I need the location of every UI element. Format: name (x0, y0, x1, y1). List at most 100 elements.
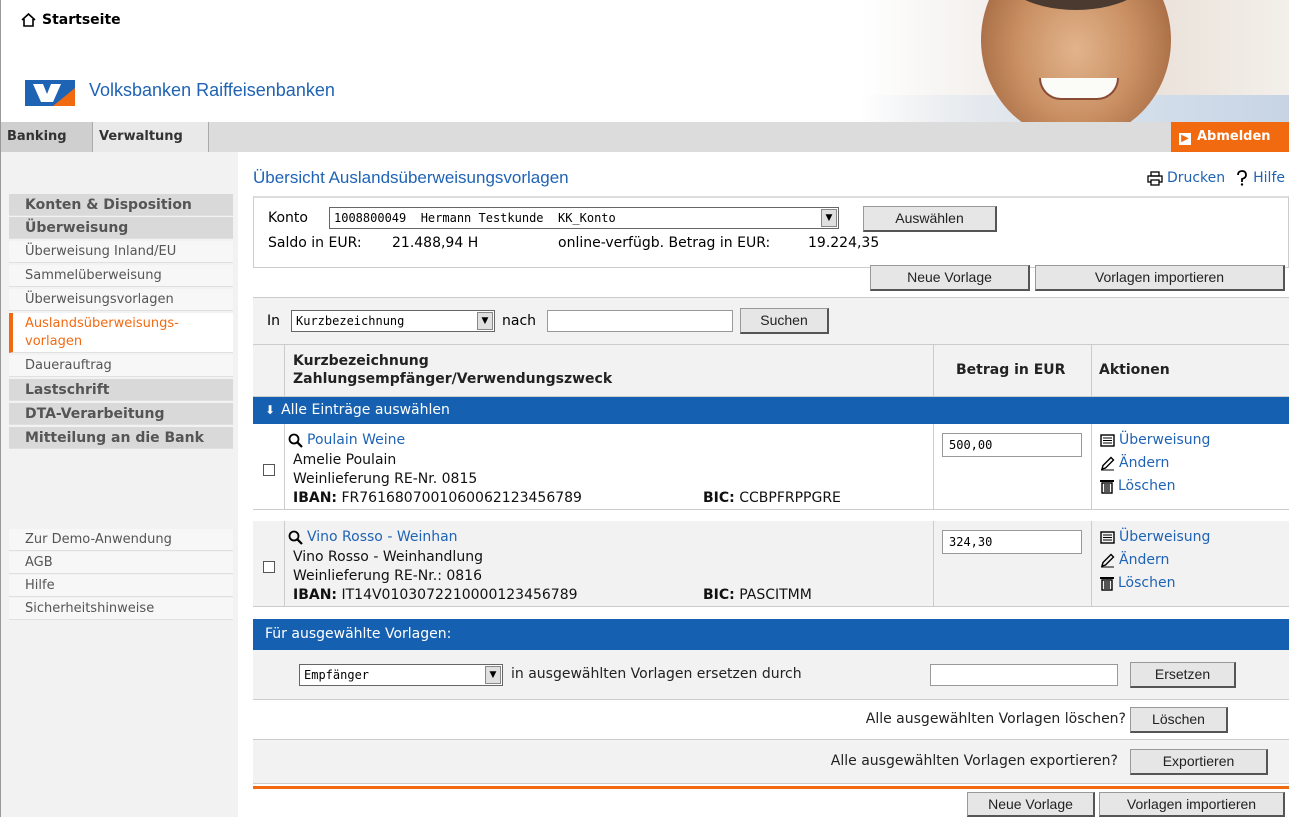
amount-field[interactable]: 324,30 (942, 530, 1082, 554)
replace-input[interactable] (930, 664, 1118, 686)
row-checkbox[interactable] (263, 561, 275, 573)
action-delete[interactable]: Löschen (1100, 575, 1175, 591)
new-template-button-bottom[interactable]: Neue Vorlage (967, 792, 1095, 817)
bank-logo (25, 80, 75, 106)
sidebar: Konten & Disposition Überweisung Überwei… (0, 152, 238, 817)
replace-field-value: Empfänger (304, 668, 370, 682)
bulk-export-row: Alle ausgewählten Vorlagen exportieren? … (253, 740, 1289, 784)
account-select-button[interactable]: Auswählen (863, 206, 997, 232)
account-select[interactable]: 1008800049 Hermann Testkunde KK_Konto ▼ (329, 207, 839, 229)
help-link[interactable]: Hilfe (1235, 170, 1285, 186)
sidebar-item-label: Auslandsüberweisungs- (25, 316, 179, 331)
chevron-down-icon: ▼ (485, 666, 501, 684)
template-short-name: Vino Rosso - Weinhan (307, 529, 458, 545)
bic-label: BIC: (703, 587, 735, 603)
iban-value: FR7616807001060062123456789 (341, 490, 582, 506)
action-transfer-label: Überweisung (1119, 529, 1211, 545)
action-delete[interactable]: Löschen (1100, 478, 1175, 494)
magnifier-icon (288, 433, 303, 448)
action-transfer[interactable]: Überweisung (1100, 432, 1210, 448)
iban-line: IBAN: FR7616807001060062123456789 (293, 490, 582, 506)
magnifier-icon (288, 530, 303, 545)
sidebar-item-konten-disposition[interactable]: Konten & Disposition (9, 194, 233, 216)
page-tools: Drucken Hilfe (1147, 170, 1285, 186)
sidebar-link-hilfe[interactable]: Hilfe (9, 575, 233, 597)
purpose-text: Weinlieferung RE-Nr. 0815 (293, 471, 478, 487)
action-edit-label: Ändern (1119, 552, 1170, 568)
import-templates-button-top[interactable]: Vorlagen importieren (1035, 265, 1285, 291)
iban-value: IT14V0103072210000123456789 (341, 587, 578, 603)
sidebar-item-ueberweisung-inland[interactable]: Überweisung Inland/EU (9, 241, 233, 263)
sidebar-item-auslandsueberweisungsvorlagen[interactable]: Auslandsüberweisungs- vorlagen (9, 313, 233, 353)
sidebar-item-dauerauftrag[interactable]: Dauerauftrag (9, 355, 233, 377)
sidebar-item-lastschrift[interactable]: Lastschrift (9, 379, 233, 401)
search-input[interactable] (547, 310, 733, 332)
saldo-value: 21.488,94 H (392, 235, 479, 251)
purpose-text: Weinlieferung RE-Nr.: 0816 (293, 568, 482, 584)
form-icon (1100, 530, 1115, 544)
trash-icon (1100, 479, 1114, 494)
sidebar-link-sicherheit[interactable]: Sicherheitshinweise (9, 598, 233, 620)
logout-button[interactable]: ▶ Abmelden (1171, 122, 1289, 152)
iban-label: IBAN: (293, 490, 338, 506)
saldo-label: Saldo in EUR: (268, 235, 362, 251)
bank-name: Volksbanken Raiffeisenbanken (89, 80, 335, 100)
bic-value: PASCITMM (739, 587, 812, 603)
account-select-value: 1008800049 Hermann Testkunde KK_Konto (334, 211, 616, 225)
tab-banking[interactable]: Banking (1, 122, 93, 152)
search-field-value: Kurzbezeichnung (296, 314, 405, 328)
select-all-bar[interactable]: ⬇ Alle Einträge auswählen (253, 397, 1289, 424)
search-panel: In Kurzbezeichnung ▼ nach Suchen (253, 297, 1289, 345)
sidebar-item-mitteilung[interactable]: Mitteilung an die Bank (9, 427, 233, 449)
action-edit-label: Ändern (1119, 455, 1170, 471)
sidebar-item-ueberweisung[interactable]: Überweisung (9, 217, 233, 239)
trash-icon (1100, 576, 1114, 591)
bulk-actions-header: Für ausgewählte Vorlagen: (253, 619, 1289, 650)
print-label: Drucken (1166, 170, 1226, 186)
arrow-down-icon: ⬇ (265, 403, 276, 417)
template-link[interactable]: Vino Rosso - Weinhan (288, 529, 458, 545)
table-row: Poulain Weine Amelie Poulain Weinlieferu… (253, 424, 1289, 510)
action-edit[interactable]: Ändern (1100, 455, 1169, 471)
page-header: Startseite Volksbanken Raiffeisenbanken (0, 0, 1289, 122)
iban-line: IBAN: IT14V0103072210000123456789 (293, 587, 578, 603)
search-button[interactable]: Suchen (740, 308, 829, 334)
search-in-label: In (267, 313, 281, 329)
page-title: Übersicht Auslandsüberweisungsvorlagen (253, 168, 569, 187)
bulk-export-button[interactable]: Exportieren (1130, 749, 1268, 775)
column-header-name-line2: Zahlungsempfänger/Verwendungszweck (293, 371, 613, 387)
sidebar-item-sammelueberweisung[interactable]: Sammelüberweisung (9, 265, 233, 287)
bulk-delete-button[interactable]: Löschen (1130, 707, 1228, 733)
import-templates-button-bottom[interactable]: Vorlagen importieren (1099, 792, 1285, 817)
replace-button[interactable]: Ersetzen (1130, 662, 1236, 688)
home-link[interactable]: Startseite (21, 12, 121, 28)
pencil-icon (1100, 456, 1115, 470)
amount-field[interactable]: 500,00 (942, 433, 1082, 457)
new-template-button-top[interactable]: Neue Vorlage (870, 265, 1030, 291)
action-transfer[interactable]: Überweisung (1100, 529, 1210, 545)
sidebar-item-dta-verarbeitung[interactable]: DTA-Verarbeitung (9, 403, 233, 425)
search-field-select[interactable]: Kurzbezeichnung ▼ (291, 310, 495, 332)
table-header: Kurzbezeichnung Zahlungsempfänger/Verwen… (253, 345, 1289, 397)
replace-field-select[interactable]: Empfänger ▼ (299, 664, 503, 686)
home-label: Startseite (42, 12, 121, 28)
replace-text: in ausgewählten Vorlagen ersetzen durch (511, 666, 802, 682)
print-link[interactable]: Drucken (1147, 170, 1225, 186)
sidebar-link-agb[interactable]: AGB (9, 552, 233, 574)
bic-value: CCBPFRPPGRE (739, 490, 841, 506)
sidebar-link-demo[interactable]: Zur Demo-Anwendung (9, 529, 233, 551)
action-edit[interactable]: Ändern (1100, 552, 1169, 568)
form-icon (1100, 433, 1115, 447)
template-link[interactable]: Poulain Weine (288, 432, 405, 448)
sidebar-item-ueberweisungsvorlagen[interactable]: Überweisungsvorlagen (9, 289, 233, 311)
tab-verwaltung[interactable]: Verwaltung (93, 122, 209, 152)
bulk-replace-row: Empfänger ▼ in ausgewählten Vorlagen ers… (253, 650, 1289, 700)
iban-label: IBAN: (293, 587, 338, 603)
action-delete-label: Löschen (1118, 478, 1176, 494)
home-icon (21, 13, 36, 27)
row-checkbox[interactable] (263, 464, 275, 476)
select-all-label: Alle Einträge auswählen (281, 402, 450, 418)
printer-icon (1147, 170, 1163, 186)
bulk-delete-row: Alle ausgewählten Vorlagen löschen? Lösc… (253, 700, 1289, 740)
help-label: Hilfe (1253, 170, 1285, 186)
